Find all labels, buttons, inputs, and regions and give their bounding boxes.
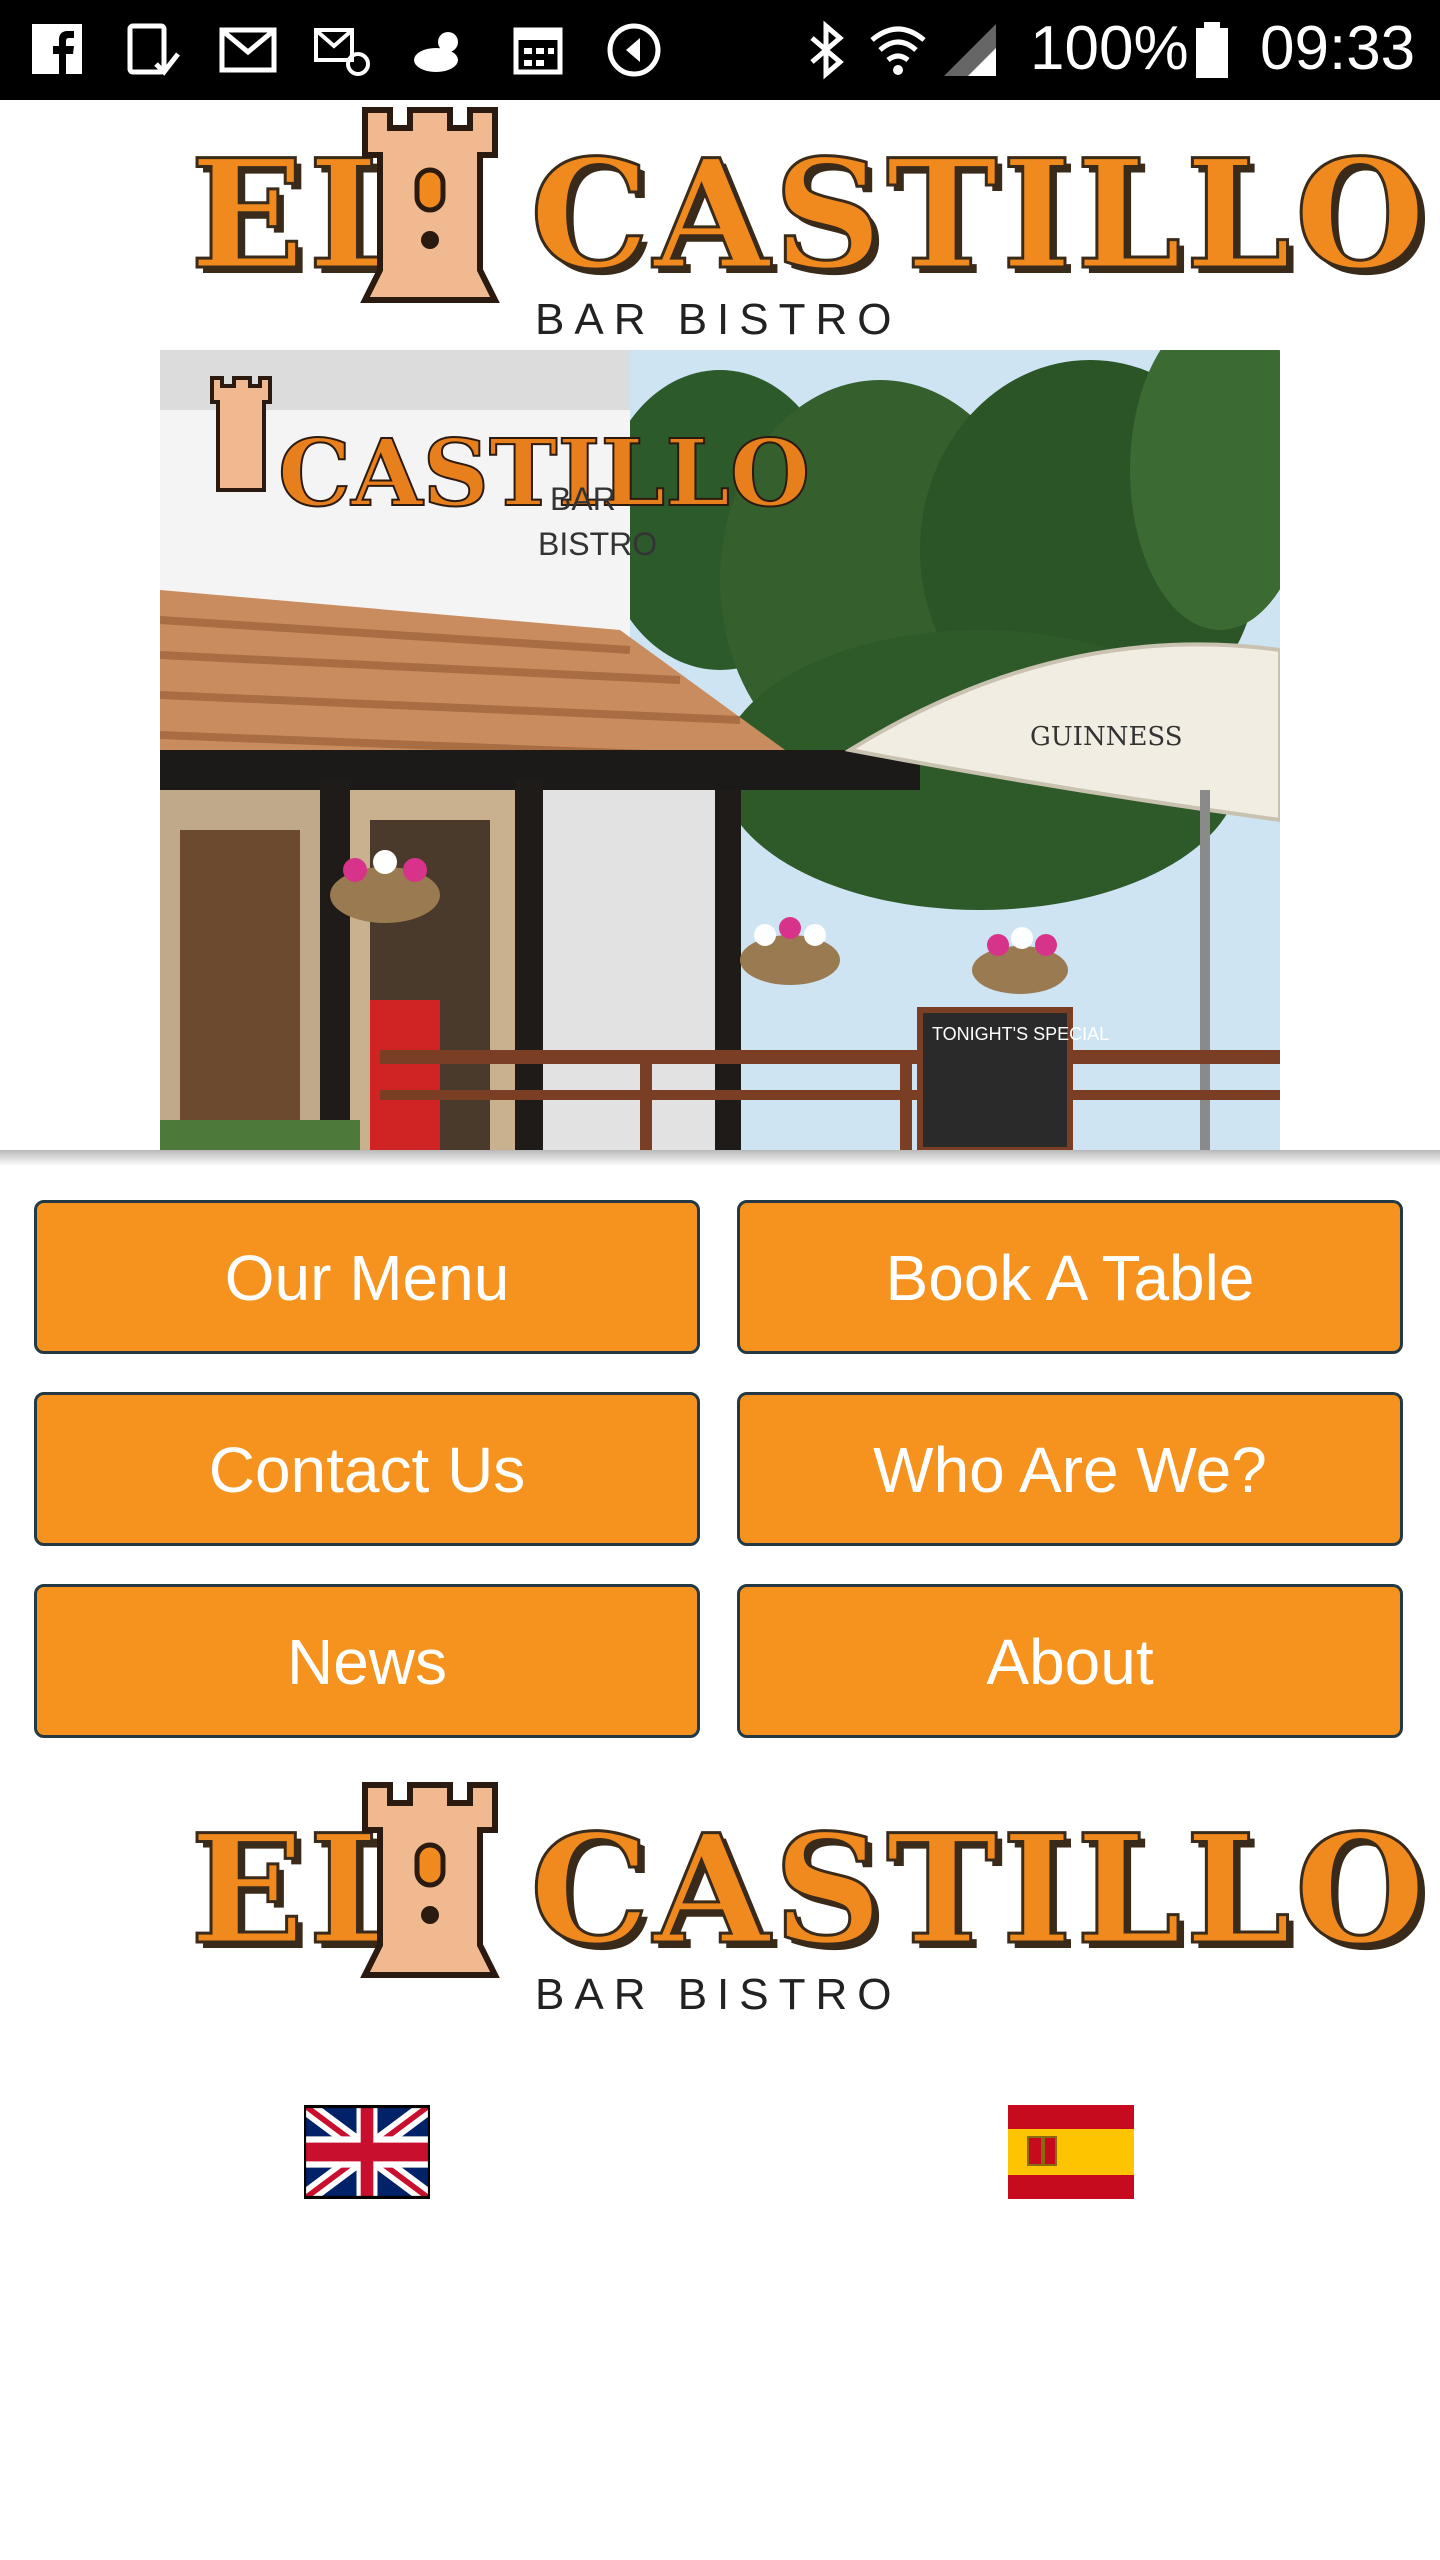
media-icon	[607, 23, 661, 77]
footer-logo: EL CASTILLO BAR BISTRO	[189, 1775, 1427, 2020]
uk-flag-icon[interactable]	[304, 2105, 430, 2199]
hero-divider-shadow	[0, 1150, 1440, 1166]
wifi-icon	[870, 26, 926, 75]
logo-word-castillo: CASTILLO	[528, 127, 1430, 303]
bluetooth-icon	[810, 20, 844, 80]
gmail-icon	[219, 27, 277, 73]
tablet-check-icon	[127, 23, 180, 76]
sign-tower-icon	[210, 376, 272, 492]
our-menu-button[interactable]: Our Menu	[34, 1200, 700, 1354]
who-are-we-button[interactable]: Who Are We?	[737, 1392, 1403, 1546]
restaurant-photo-illustration: CASTILLO BAR BISTRO GUINNESS TONIGHT'S S…	[160, 350, 1280, 1150]
news-button[interactable]: News	[34, 1584, 700, 1738]
spain-flag-icon[interactable]	[1008, 2105, 1134, 2199]
battery-percent: 100%	[1030, 14, 1189, 83]
umbrella-text: GUINNESS	[1030, 722, 1183, 752]
sign-sub-1: BAR	[550, 481, 616, 517]
status-bar: 100% 09:33	[0, 0, 1440, 100]
sign-sub-2: BISTRO	[538, 526, 657, 562]
calendar-icon	[513, 27, 563, 75]
contact-us-button[interactable]: Contact Us	[34, 1392, 700, 1546]
header-logo: EL CASTILLO BAR BISTRO	[189, 100, 1427, 345]
sign-text: CASTILLO	[278, 419, 810, 527]
logo-word-castillo: CASTILLO	[528, 1802, 1430, 1978]
restaurant-photo: CASTILLO BAR BISTRO GUINNESS TONIGHT'S S…	[160, 350, 1280, 1150]
logo-subtitle: BAR BISTRO	[535, 295, 902, 344]
signal-icon	[944, 24, 996, 76]
logo-subtitle: BAR BISTRO	[535, 1970, 902, 2019]
castle-tower-icon	[360, 1782, 500, 1978]
facebook-icon	[32, 24, 82, 74]
castle-tower-icon	[360, 107, 500, 303]
mail-at-icon	[314, 28, 370, 76]
book-a-table-button[interactable]: Book A Table	[737, 1200, 1403, 1354]
about-button[interactable]: About	[737, 1584, 1403, 1738]
clock: 09:33	[1260, 14, 1416, 83]
partly-cloudy-icon	[414, 32, 458, 72]
board-text: TONIGHT'S SPECIAL	[932, 1024, 1109, 1044]
battery-icon	[1196, 22, 1228, 78]
